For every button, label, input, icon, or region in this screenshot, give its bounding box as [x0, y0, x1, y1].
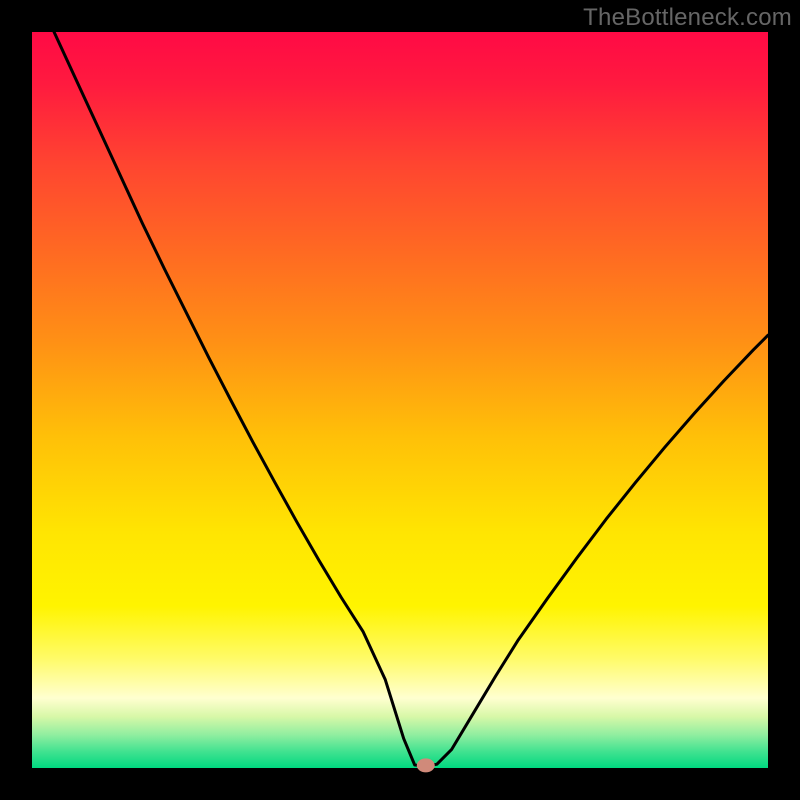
- bottleneck-chart: TheBottleneck.com: [0, 0, 800, 800]
- chart-svg: [0, 0, 800, 800]
- optimal-point-marker: [417, 758, 435, 772]
- watermark-text: TheBottleneck.com: [583, 4, 792, 32]
- plot-background: [32, 32, 768, 768]
